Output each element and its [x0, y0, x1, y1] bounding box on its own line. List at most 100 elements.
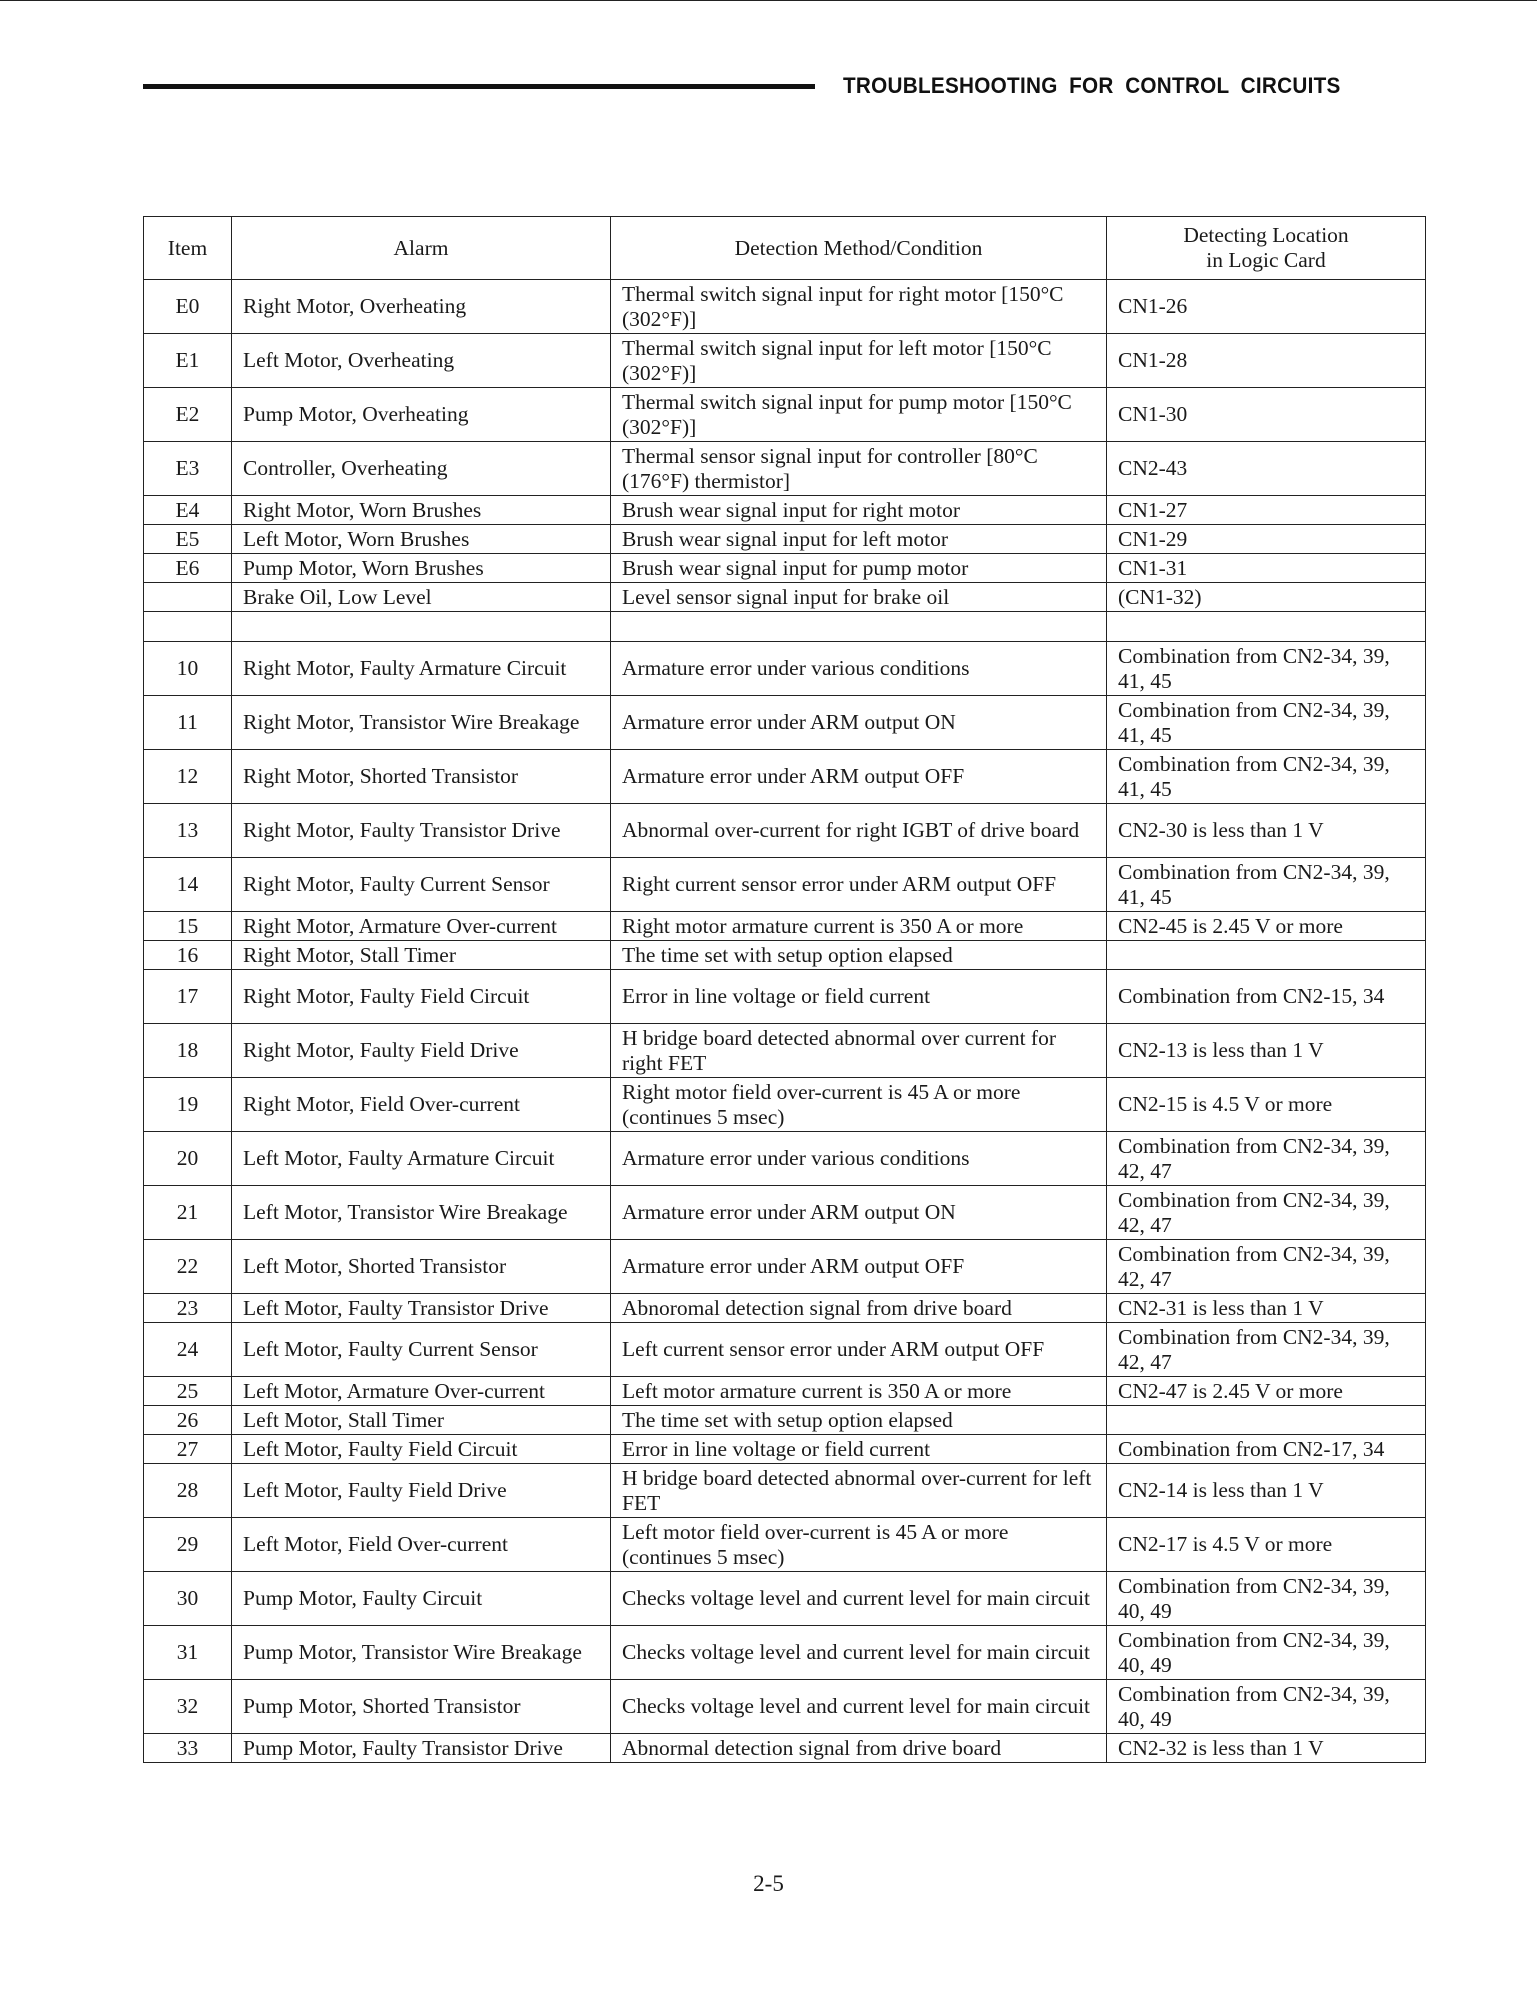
location-cell — [1106, 1405, 1426, 1435]
alarm-cell: Left Motor, Stall Timer — [231, 1405, 611, 1435]
location-cell: CN1-31 — [1106, 553, 1426, 583]
item-cell: 30 — [143, 1571, 232, 1626]
location-cell: CN1-26 — [1106, 279, 1426, 334]
table-row: 22 Left Motor, Shorted Transistor Armature… — [143, 1239, 1426, 1294]
table-row: 21 Left Motor, Transistor Wire Breakage Ar… — [143, 1185, 1426, 1240]
column-header-location: Detecting Location in Logic Card — [1106, 216, 1426, 280]
location-cell: Combination from CN2-34, 39, 41, 45 — [1106, 695, 1426, 750]
alarm-cell — [231, 611, 611, 642]
location-cell — [1106, 611, 1426, 642]
location-cell: CN2-43 — [1106, 441, 1426, 496]
table-row: 14 Right Motor, Faulty Current Sensor Righ… — [143, 857, 1426, 912]
detection-cell: Brush wear signal input for right motor — [610, 495, 1107, 525]
location-cell: Combination from CN2-34, 39, 41, 45 — [1106, 857, 1426, 912]
location-cell: (CN1-32) — [1106, 582, 1426, 612]
alarm-cell: Pump Motor, Overheating — [231, 387, 611, 442]
page-number: 2-5 — [753, 1871, 784, 1896]
table-row: 10 Right Motor, Faulty Armature Circuit Ar… — [143, 641, 1426, 696]
alarm-cell: Right Motor, Stall Timer — [231, 940, 611, 970]
alarm-table: Item Alarm Detection Method/Condition De… — [143, 216, 1426, 1763]
detection-cell: The time set with setup option elapsed — [610, 940, 1107, 970]
alarm-cell: Right Motor, Faulty Current Sensor — [231, 857, 611, 912]
detection-cell: The time set with setup option elapsed — [610, 1405, 1107, 1435]
alarm-cell: Left Motor, Shorted Transistor — [231, 1239, 611, 1294]
detection-cell: Checks voltage level and current level f… — [610, 1679, 1107, 1734]
item-cell: 10 — [143, 641, 232, 696]
table-row: 18 Right Motor, Faulty Field Drive H bridg… — [143, 1023, 1426, 1078]
detection-cell: Checks voltage level and current level f… — [610, 1625, 1107, 1680]
detection-cell: Armature error under various conditions — [610, 641, 1107, 696]
table-row: 20 Left Motor, Faulty Armature Circuit Arm… — [143, 1131, 1426, 1186]
alarm-cell: Right Motor, Armature Over-current — [231, 911, 611, 941]
location-cell: CN2-30 is less than 1 V — [1106, 803, 1426, 858]
alarm-cell: Pump Motor, Faulty Transistor Drive — [231, 1733, 611, 1763]
table-row: 16 Right Motor, Stall Timer The time set w… — [143, 940, 1426, 970]
page-top-edge — [0, 0, 1537, 1]
table-row: E1 Left Motor, Overheating Thermal switch … — [143, 333, 1426, 388]
table-row: 29 Left Motor, Field Over-current Left mot… — [143, 1517, 1426, 1572]
location-cell: Combination from CN2-34, 39, 42, 47 — [1106, 1185, 1426, 1240]
table-row: 13 Right Motor, Faulty Transistor Drive Ab… — [143, 803, 1426, 858]
table-row: 15 Right Motor, Armature Over-current Righ… — [143, 911, 1426, 941]
item-cell: 33 — [143, 1733, 232, 1763]
item-cell: 13 — [143, 803, 232, 858]
detection-cell: Armature error under various conditions — [610, 1131, 1107, 1186]
item-cell: 24 — [143, 1322, 232, 1377]
item-cell: 19 — [143, 1077, 232, 1132]
column-header-detection: Detection Method/Condition — [610, 216, 1107, 280]
detection-cell: Left motor field over-current is 45 A or… — [610, 1517, 1107, 1572]
table-row: 27 Left Motor, Faulty Field Circuit Error … — [143, 1434, 1426, 1464]
location-cell: Combination from CN2-34, 39, 40, 49 — [1106, 1679, 1426, 1734]
table-row: E4 Right Motor, Worn Brushes Brush wear si… — [143, 495, 1426, 525]
detection-cell: Abnormal over-current for right IGBT of … — [610, 803, 1107, 858]
location-cell: CN1-27 — [1106, 495, 1426, 525]
detection-cell: Checks voltage level and current level f… — [610, 1571, 1107, 1626]
alarm-cell: Pump Motor, Worn Brushes — [231, 553, 611, 583]
alarm-cell: Pump Motor, Faulty Circuit — [231, 1571, 611, 1626]
item-cell: 22 — [143, 1239, 232, 1294]
alarm-cell: Left Motor, Worn Brushes — [231, 524, 611, 554]
item-cell: 29 — [143, 1517, 232, 1572]
detection-cell: Right motor armature current is 350 A or… — [610, 911, 1107, 941]
location-cell: CN2-17 is 4.5 V or more — [1106, 1517, 1426, 1572]
item-cell: 21 — [143, 1185, 232, 1240]
alarm-cell: Right Motor, Faulty Armature Circuit — [231, 641, 611, 696]
alarm-cell: Left Motor, Field Over-current — [231, 1517, 611, 1572]
table-row — [143, 611, 1426, 642]
detection-cell: Brush wear signal input for pump motor — [610, 553, 1107, 583]
location-cell: Combination from CN2-34, 39, 42, 47 — [1106, 1239, 1426, 1294]
item-cell: 27 — [143, 1434, 232, 1464]
table-row: 26 Left Motor, Stall Timer The time set wi… — [143, 1405, 1426, 1435]
item-cell: E3 — [143, 441, 232, 496]
detection-cell: Armature error under ARM output ON — [610, 695, 1107, 750]
table-row: 28 Left Motor, Faulty Field Drive H bridge… — [143, 1463, 1426, 1518]
alarm-cell: Right Motor, Worn Brushes — [231, 495, 611, 525]
location-cell: Combination from CN2-34, 39, 40, 49 — [1106, 1571, 1426, 1626]
alarm-cell: Left Motor, Armature Over-current — [231, 1376, 611, 1406]
location-cell: CN2-47 is 2.45 V or more — [1106, 1376, 1426, 1406]
location-cell: CN1-28 — [1106, 333, 1426, 388]
alarm-cell: Brake Oil, Low Level — [231, 582, 611, 612]
item-cell: E4 — [143, 495, 232, 525]
detection-cell: Thermal switch signal input for pump mot… — [610, 387, 1107, 442]
detection-cell: Right motor field over-current is 45 A o… — [610, 1077, 1107, 1132]
alarm-cell: Pump Motor, Transistor Wire Breakage — [231, 1625, 611, 1680]
location-cell: CN1-30 — [1106, 387, 1426, 442]
item-cell: 23 — [143, 1293, 232, 1323]
item-cell: 26 — [143, 1405, 232, 1435]
alarm-cell: Right Motor, Faulty Field Drive — [231, 1023, 611, 1078]
table-header-row: Item Alarm Detection Method/Condition De… — [143, 216, 1426, 280]
table-row: 32 Pump Motor, Shorted Transistor Checks v… — [143, 1679, 1426, 1734]
alarm-cell: Controller, Overheating — [231, 441, 611, 496]
alarm-cell: Right Motor, Shorted Transistor — [231, 749, 611, 804]
item-cell: 31 — [143, 1625, 232, 1680]
detection-cell: Armature error under ARM output OFF — [610, 749, 1107, 804]
location-cell: CN2-31 is less than 1 V — [1106, 1293, 1426, 1323]
table-row: 11 Right Motor, Transistor Wire Breakage A… — [143, 695, 1426, 750]
location-cell: Combination from CN2-15, 34 — [1106, 969, 1426, 1024]
location-cell — [1106, 940, 1426, 970]
alarm-cell: Pump Motor, Shorted Transistor — [231, 1679, 611, 1734]
table-row: E3 Controller, Overheating Thermal sensor … — [143, 441, 1426, 496]
alarm-cell: Left Motor, Faulty Current Sensor — [231, 1322, 611, 1377]
table-row: 30 Pump Motor, Faulty Circuit Checks volta… — [143, 1571, 1426, 1626]
